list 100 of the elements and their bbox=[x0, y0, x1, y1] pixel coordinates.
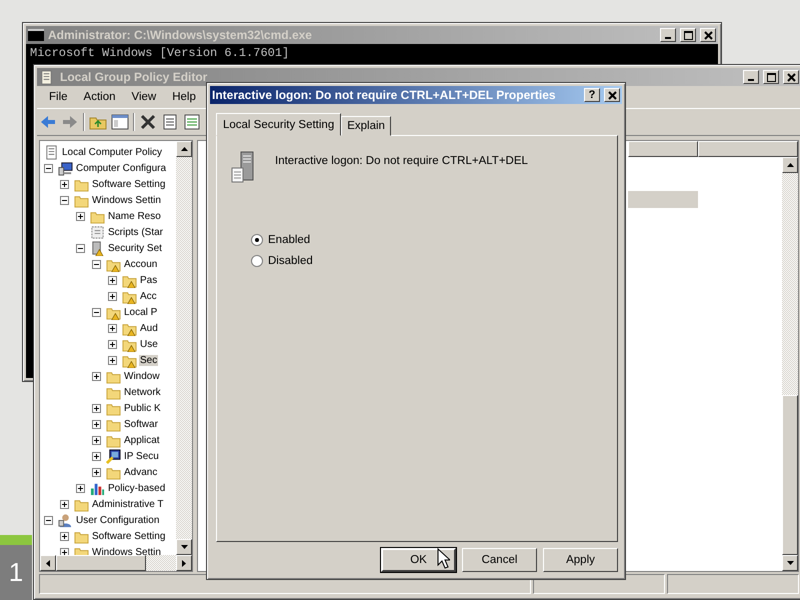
pointer-icon bbox=[437, 548, 450, 569]
collapse-toggle[interactable] bbox=[44, 164, 53, 172]
menu-item[interactable]: Action bbox=[76, 91, 124, 103]
notepad-icon bbox=[39, 70, 54, 84]
minus-icon bbox=[94, 262, 99, 266]
dialog-button[interactable]: OK bbox=[381, 548, 456, 572]
tree-item[interactable]: Softwar bbox=[123, 418, 159, 430]
tree-item[interactable]: Advanc bbox=[123, 466, 158, 478]
tab[interactable]: Explain bbox=[341, 116, 391, 136]
column-header[interactable] bbox=[628, 141, 698, 157]
plus-icon bbox=[94, 406, 99, 410]
scrollbar-thumb[interactable] bbox=[782, 395, 798, 555]
scroll-up-button[interactable] bbox=[782, 157, 798, 173]
tree-item[interactable]: Policy-based bbox=[107, 482, 166, 494]
minimize-button[interactable] bbox=[743, 70, 759, 84]
expand-toggle[interactable] bbox=[108, 340, 117, 348]
tree-item[interactable]: Computer Configura bbox=[75, 162, 168, 174]
expand-toggle[interactable] bbox=[76, 212, 85, 220]
up-arrow-icon bbox=[180, 147, 188, 151]
expand-toggle[interactable] bbox=[92, 436, 101, 444]
expand-toggle[interactable] bbox=[92, 468, 101, 476]
plus-icon bbox=[94, 422, 99, 426]
tab[interactable]: Local Security Setting bbox=[216, 113, 342, 136]
vertical-scrollbar[interactable] bbox=[176, 141, 192, 555]
menu-item[interactable]: Help bbox=[164, 91, 204, 103]
minus-icon bbox=[78, 246, 83, 250]
tree-item[interactable]: Local Computer Policy bbox=[61, 146, 164, 158]
expand-toggle[interactable] bbox=[108, 292, 117, 300]
tree-item[interactable]: Pas bbox=[139, 274, 158, 286]
tree-item[interactable]: Scripts (Star bbox=[107, 226, 164, 238]
tree-item[interactable]: Software Setting bbox=[91, 530, 166, 542]
scroll-left-button[interactable] bbox=[40, 555, 56, 571]
plus-icon bbox=[110, 294, 115, 298]
tree-item[interactable]: User Configuration bbox=[75, 514, 160, 526]
tree-item[interactable]: Administrative T bbox=[91, 498, 165, 510]
menu-item[interactable]: File bbox=[41, 91, 76, 103]
expand-toggle[interactable] bbox=[92, 452, 101, 460]
tree-item[interactable]: Applicat bbox=[123, 434, 161, 446]
minimize-button[interactable] bbox=[660, 28, 676, 42]
user-icon bbox=[58, 512, 73, 528]
console-tree-icon[interactable] bbox=[111, 113, 129, 131]
scroll-right-button[interactable] bbox=[176, 555, 192, 571]
menu-item[interactable]: View bbox=[124, 91, 164, 103]
tree-item[interactable]: Network bbox=[123, 386, 162, 398]
down-arrow-icon bbox=[180, 545, 188, 549]
help-button[interactable]: ? bbox=[584, 88, 600, 102]
collapse-toggle[interactable] bbox=[44, 516, 53, 524]
tree-item[interactable]: Sec bbox=[139, 354, 158, 366]
close-button[interactable] bbox=[700, 28, 716, 42]
right-arrow-icon bbox=[182, 560, 186, 566]
tree-item[interactable]: Public K bbox=[123, 402, 162, 414]
close-button[interactable] bbox=[783, 70, 799, 84]
expand-toggle[interactable] bbox=[92, 372, 101, 380]
tree-item[interactable]: Name Reso bbox=[107, 210, 162, 222]
expand-toggle[interactable] bbox=[60, 180, 69, 188]
maximize-button[interactable] bbox=[763, 70, 779, 84]
maximize-button[interactable] bbox=[680, 28, 696, 42]
collapse-toggle[interactable] bbox=[92, 308, 101, 316]
dialog-button[interactable]: Cancel bbox=[462, 548, 537, 572]
scroll-up-button[interactable] bbox=[176, 141, 192, 157]
close-button[interactable] bbox=[604, 88, 620, 102]
tree-item[interactable]: IP Secu bbox=[123, 450, 160, 462]
tree-item[interactable]: Security Set bbox=[107, 242, 163, 254]
plus-icon bbox=[110, 326, 115, 330]
tree-item[interactable]: Windows Settin bbox=[91, 546, 162, 555]
scroll-down-button[interactable] bbox=[782, 555, 798, 571]
scroll-down-button[interactable] bbox=[176, 539, 192, 555]
collapse-toggle[interactable] bbox=[92, 260, 101, 268]
expand-toggle[interactable] bbox=[60, 548, 69, 555]
tree-item[interactable]: Use bbox=[139, 338, 159, 350]
expand-toggle[interactable] bbox=[108, 324, 117, 332]
accent-strip bbox=[0, 535, 32, 545]
radio-option[interactable]: Enabled bbox=[251, 234, 605, 246]
expand-toggle[interactable] bbox=[60, 500, 69, 508]
expand-toggle[interactable] bbox=[108, 276, 117, 284]
tree-item[interactable]: Windows Settin bbox=[91, 194, 162, 206]
expand-toggle[interactable] bbox=[60, 532, 69, 540]
properties-icon[interactable] bbox=[161, 113, 179, 131]
radio-option[interactable]: Disabled bbox=[251, 255, 605, 267]
vertical-scrollbar[interactable] bbox=[782, 157, 798, 571]
tree-item[interactable]: Acc bbox=[139, 290, 158, 302]
horizontal-scrollbar[interactable] bbox=[40, 555, 192, 571]
scrollbar-thumb[interactable] bbox=[56, 555, 146, 571]
tree-item[interactable]: Software Setting bbox=[91, 178, 166, 190]
back-arrow-icon[interactable] bbox=[39, 113, 57, 131]
expand-toggle[interactable] bbox=[76, 484, 85, 492]
expand-toggle[interactable] bbox=[92, 420, 101, 428]
expand-toggle[interactable] bbox=[92, 404, 101, 412]
delete-icon[interactable] bbox=[139, 113, 157, 131]
column-header[interactable] bbox=[698, 141, 798, 157]
plus-icon bbox=[94, 470, 99, 474]
collapse-toggle[interactable] bbox=[76, 244, 85, 252]
tree-item[interactable]: Aud bbox=[139, 322, 159, 334]
collapse-toggle[interactable] bbox=[60, 196, 69, 204]
expand-toggle[interactable] bbox=[108, 356, 117, 364]
tree-item[interactable]: Local P bbox=[123, 306, 158, 318]
dialog-button[interactable]: Apply bbox=[543, 548, 618, 572]
up-arrow-icon bbox=[786, 163, 794, 167]
list-icon[interactable] bbox=[183, 113, 201, 131]
tree-item[interactable]: Accoun bbox=[123, 258, 158, 270]
